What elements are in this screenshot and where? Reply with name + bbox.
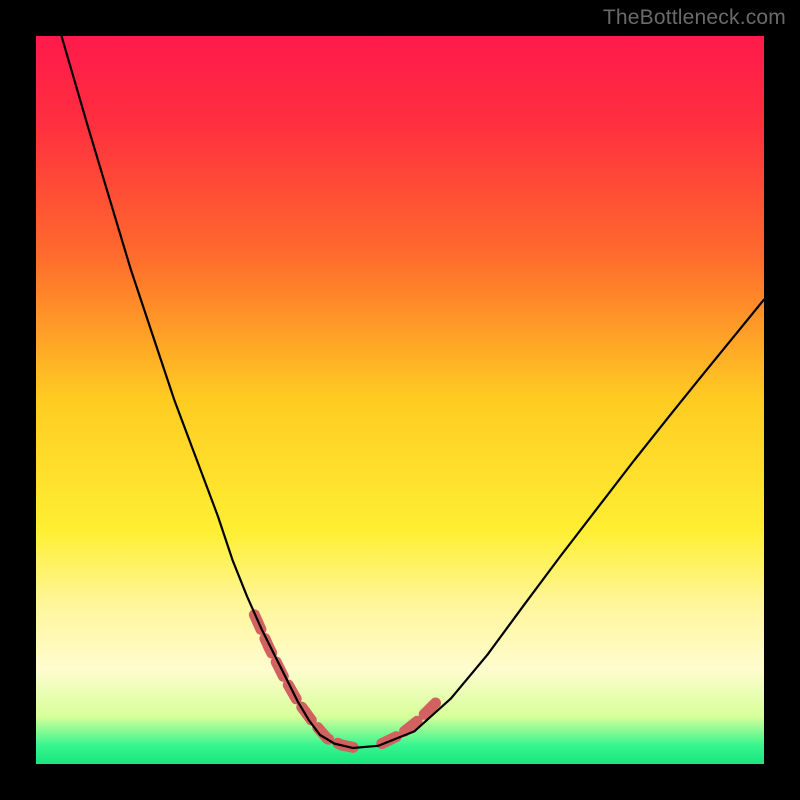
watermark-text: TheBottleneck.com	[603, 6, 786, 30]
chart-svg	[36, 36, 764, 764]
chart-plot	[36, 36, 764, 764]
chart-frame: TheBottleneck.com	[0, 0, 800, 800]
gradient-background	[36, 36, 764, 764]
